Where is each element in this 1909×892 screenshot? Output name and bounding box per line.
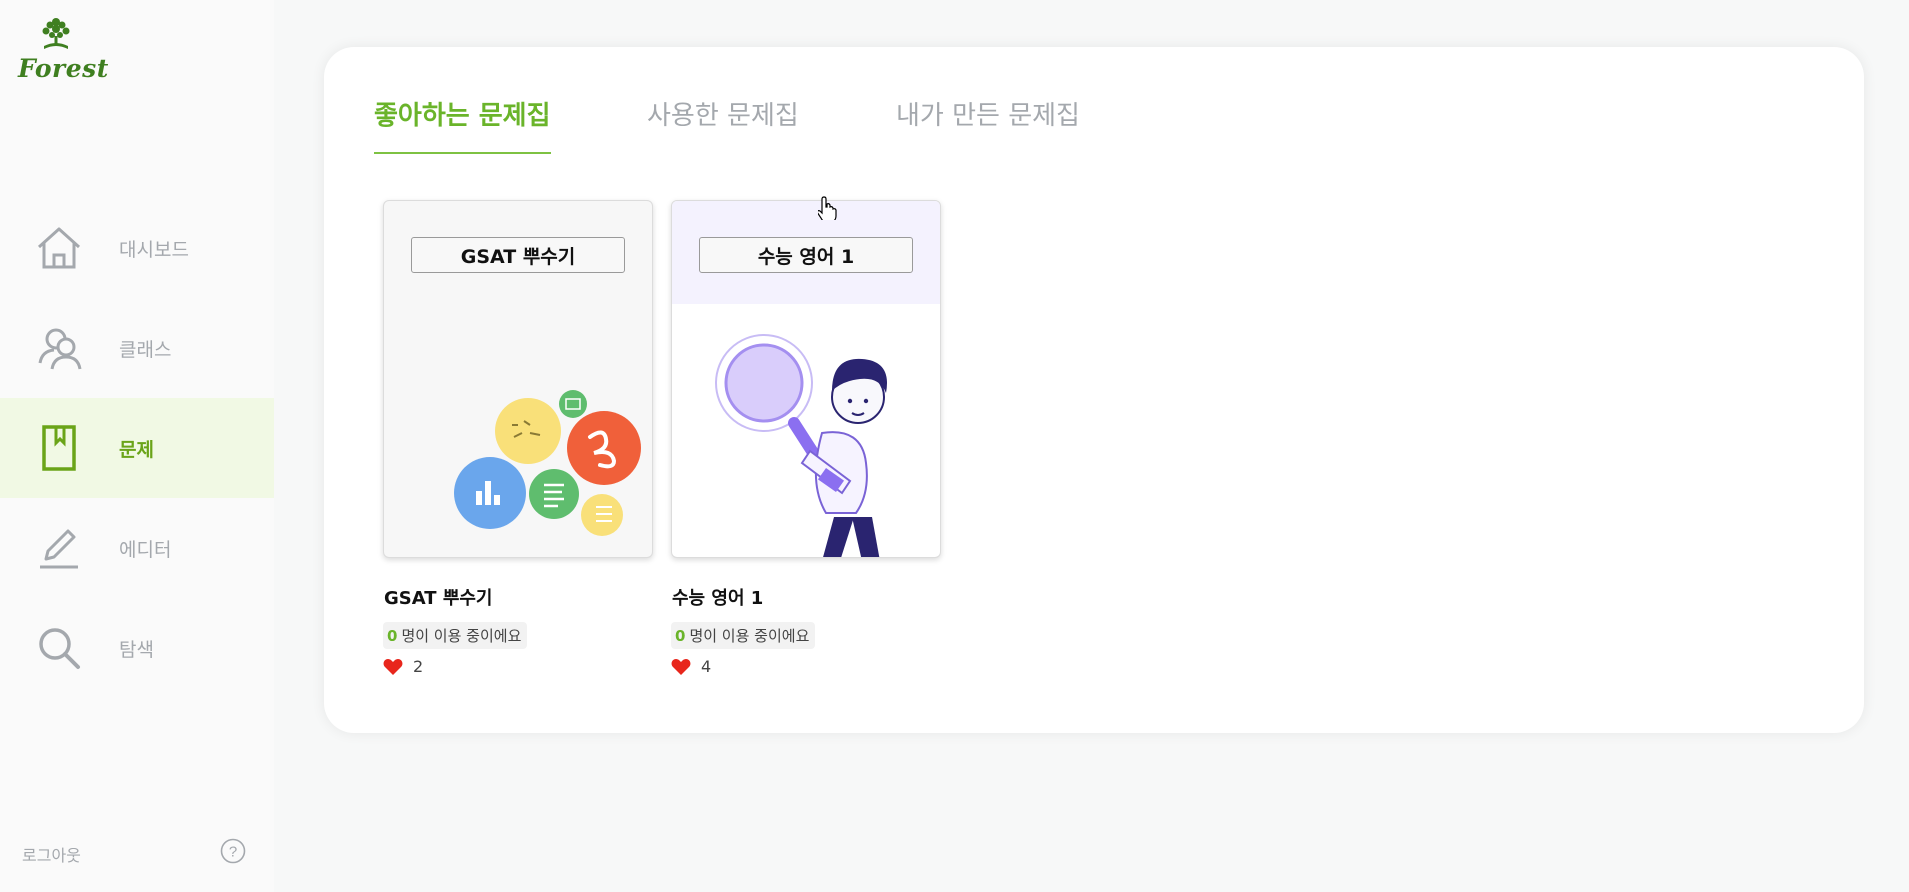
- pen-icon: [40, 529, 78, 569]
- problem-sets-panel: 좋아하는 문제집 사용한 문제집 내가 만든 문제집 GSAT 뿌수기 GSAT…: [324, 47, 1864, 733]
- tree-icon: [42, 18, 70, 49]
- user-count: 0: [387, 627, 398, 645]
- card-title[interactable]: GSAT 뿌수기: [383, 584, 655, 610]
- tab-used-sets[interactable]: 사용한 문제집: [647, 95, 799, 152]
- logout-link[interactable]: 로그아웃: [22, 842, 81, 866]
- bookmark-icon: [42, 425, 76, 471]
- home-icon: [37, 227, 81, 269]
- study-bubbles-illustration: [454, 390, 641, 536]
- sidebar-item-label: 대시보드: [119, 238, 189, 261]
- users-icon: [38, 328, 82, 370]
- sidebar-item-label: 에디터: [119, 538, 172, 561]
- usage-badge: 0 명이 이용 중이에요: [671, 622, 816, 649]
- sidebar-item-problems[interactable]: 문제: [0, 398, 274, 498]
- likes: 4: [671, 657, 943, 676]
- usage-badge: 0 명이 이용 중이에요: [383, 622, 528, 649]
- help-circle-icon[interactable]: ?: [220, 838, 246, 864]
- sidebar-item-editor[interactable]: 에디터: [0, 498, 274, 598]
- sidebar-item-label: 클래스: [119, 338, 172, 361]
- card-thumbnail[interactable]: 수능 영어 1: [671, 200, 941, 558]
- sidebar-item-explore[interactable]: 탐색: [0, 598, 274, 698]
- card-title[interactable]: 수능 영어 1: [671, 584, 943, 610]
- problem-set-card[interactable]: 수능 영어 1 수능 영어 1 0 명이 이용 중이에요 4: [671, 200, 943, 676]
- like-count: 2: [413, 657, 424, 676]
- sidebar-item-label: 탐색: [119, 638, 154, 661]
- forest-logo[interactable]: Forest: [16, 14, 108, 84]
- search-icon: [39, 628, 80, 669]
- hand-cursor-icon: [818, 196, 837, 220]
- svg-text:?: ?: [229, 844, 237, 861]
- heart-icon[interactable]: [383, 658, 403, 676]
- likes: 2: [383, 657, 655, 676]
- sidebar-item-dashboard[interactable]: 대시보드: [0, 198, 274, 298]
- like-count: 4: [701, 657, 712, 676]
- tab-my-sets[interactable]: 내가 만든 문제집: [896, 95, 1080, 152]
- user-count: 0: [675, 627, 686, 645]
- brand-name: Forest: [18, 54, 109, 83]
- sidebar-item-label: 문제: [119, 438, 154, 461]
- usage-label: 명이 이용 중이에요: [401, 627, 522, 645]
- heart-icon[interactable]: [671, 658, 691, 676]
- sidebar: Forest 대시보드 클래스 문제 에디터 탐색 로그아웃 ?: [0, 0, 274, 892]
- sidebar-item-class[interactable]: 클래스: [0, 298, 274, 398]
- usage-label: 명이 이용 중이에요: [689, 627, 810, 645]
- tab-liked-sets[interactable]: 좋아하는 문제집: [374, 95, 551, 154]
- problem-set-card[interactable]: GSAT 뿌수기 GSAT 뿌수기 0 명이 이용 중이에요 2: [383, 200, 655, 676]
- card-thumbnail[interactable]: GSAT 뿌수기: [383, 200, 653, 558]
- magnifier-person-illustration: [715, 334, 887, 557]
